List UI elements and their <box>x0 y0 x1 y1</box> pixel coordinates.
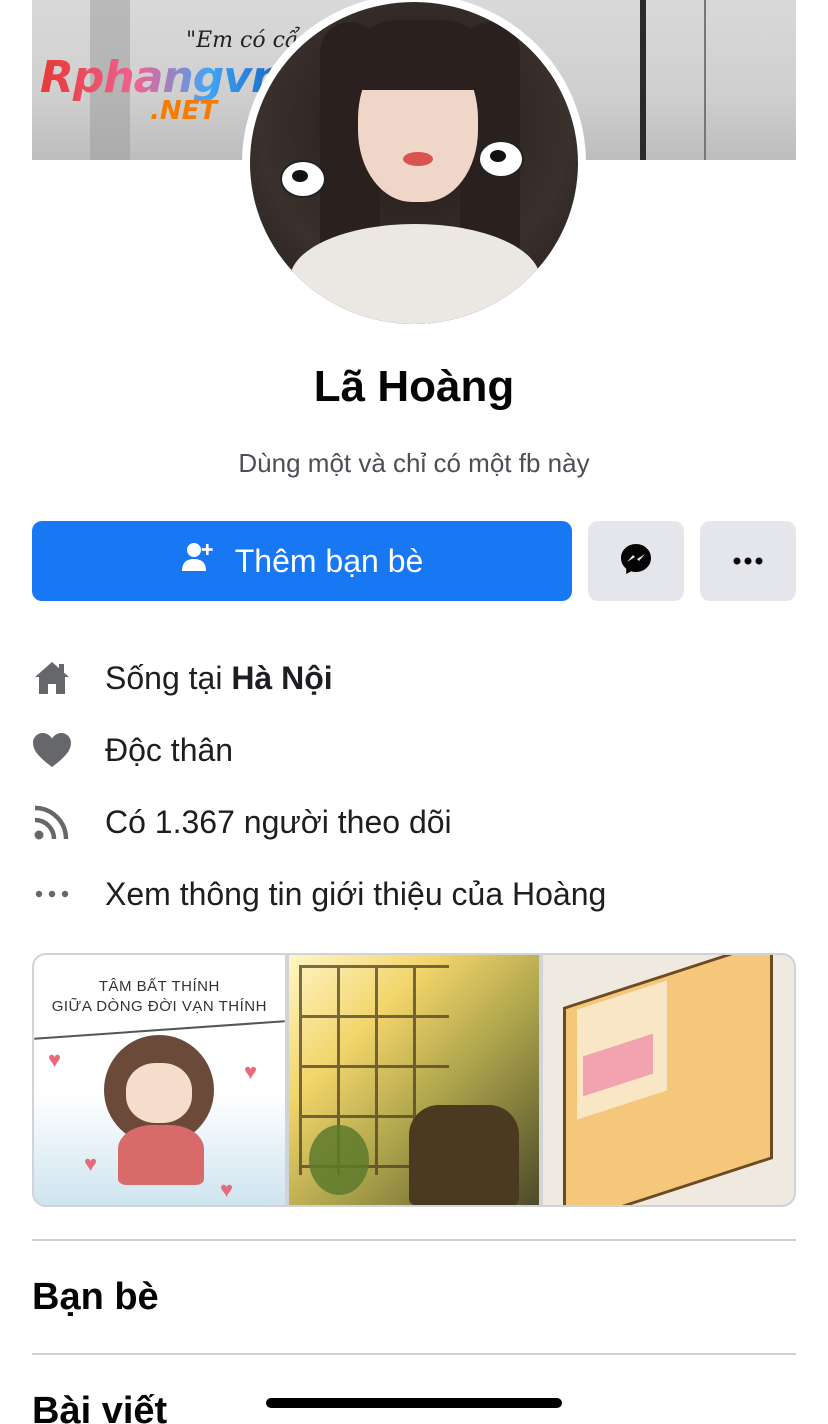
home-icon <box>32 658 72 698</box>
more-horizontal-icon <box>32 874 72 914</box>
info-followers[interactable]: Có 1.367 người theo dõi <box>32 797 796 847</box>
profile-name: Lã Hoàng <box>313 362 515 411</box>
info-lives-in: Sống tại Hà Nội <box>32 653 796 703</box>
cover-decoration <box>704 0 706 160</box>
featured-photo-3[interactable] <box>543 955 794 1205</box>
info-see-about[interactable]: Xem thông tin giới thiệu của Hoàng <box>32 869 796 919</box>
home-indicator[interactable] <box>266 1398 562 1408</box>
info-relationship: Độc thân <box>32 725 796 775</box>
rss-followers-icon <box>32 802 72 842</box>
see-about-link: Xem thông tin giới thiệu của Hoàng <box>105 875 607 912</box>
add-friend-icon <box>181 541 215 581</box>
avatar-image <box>250 2 578 324</box>
more-options-button[interactable] <box>700 521 796 601</box>
followers-count: Có 1.367 người theo dõi <box>105 803 452 840</box>
profile-avatar[interactable] <box>242 0 586 332</box>
section-divider <box>32 1353 796 1355</box>
messenger-button[interactable] <box>588 521 684 601</box>
cow-sticker <box>280 160 326 198</box>
lives-in-city[interactable]: Hà Nội <box>231 660 332 696</box>
add-friend-button[interactable]: Thêm bạn bè <box>32 521 572 601</box>
photo-caption: TÂM BẤT THÍNH GIỮA DÒNG ĐỜI VẠN THÍNH <box>51 978 267 1015</box>
cover-decoration <box>640 0 646 160</box>
section-divider <box>32 1239 796 1241</box>
featured-photos: TÂM BẤT THÍNH GIỮA DÒNG ĐỜI VẠN THÍNH ♥ … <box>32 953 796 1207</box>
featured-photo-1[interactable]: TÂM BẤT THÍNH GIỮA DÒNG ĐỜI VẠN THÍNH ♥ … <box>34 955 285 1205</box>
posts-section-title[interactable]: Bài viết <box>32 1390 167 1424</box>
more-horizontal-icon <box>733 552 763 570</box>
featured-photo-2[interactable] <box>288 955 540 1205</box>
add-friend-label: Thêm bạn bè <box>234 542 424 579</box>
cow-sticker <box>478 140 524 178</box>
lives-in-prefix: Sống tại <box>105 659 232 696</box>
heart-icon <box>32 730 72 770</box>
watermark-logo-tld: .NET <box>150 96 218 126</box>
friends-section-title[interactable]: Bạn bè <box>32 1276 159 1319</box>
cover-quote-text: "Em có cẩ <box>186 28 299 53</box>
profile-bio: Dùng một và chỉ có một fb này <box>238 448 590 478</box>
messenger-icon <box>619 542 653 581</box>
relationship-status: Độc thân <box>105 731 234 768</box>
